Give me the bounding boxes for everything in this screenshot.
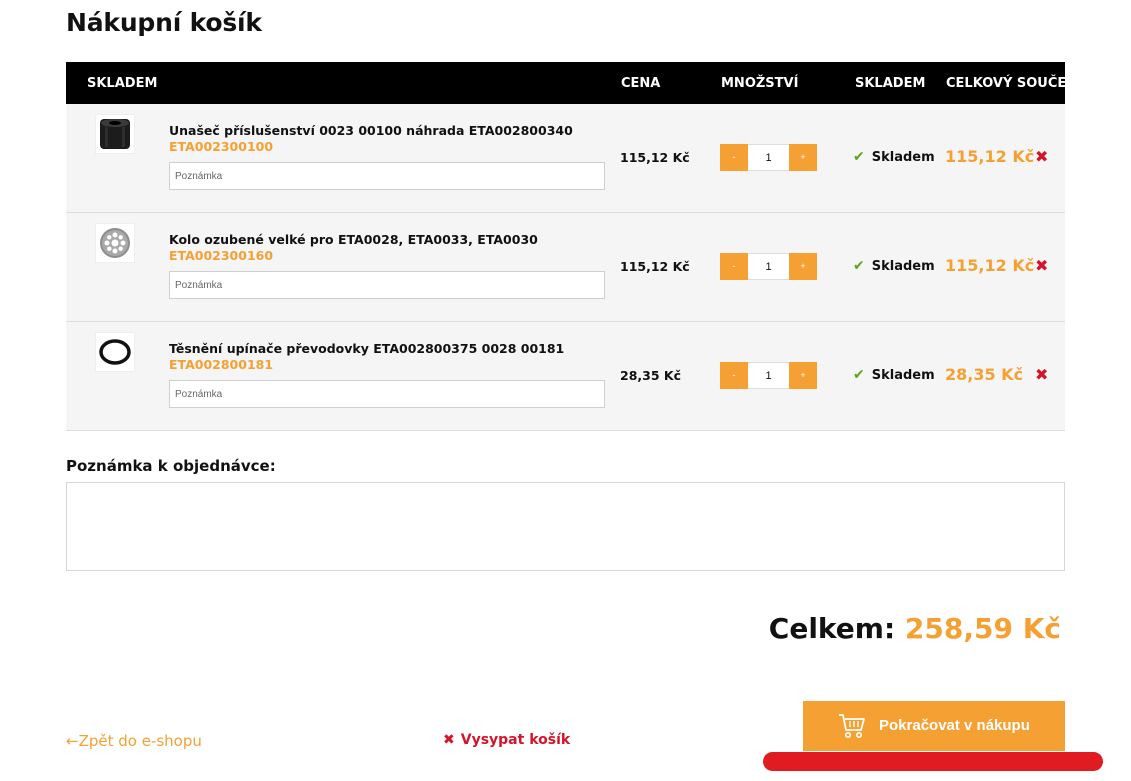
qty-plus-button[interactable]: + [789, 362, 817, 389]
empty-cart-link[interactable]: ✖ Vysypat košík [443, 732, 570, 748]
product-name[interactable]: Těsnění upínače převodovky ETA002800375 … [169, 341, 564, 356]
quantity-stepper: - + [720, 253, 817, 280]
stock-label: Skladem [871, 150, 935, 165]
header-product: SKLADEM [87, 76, 158, 91]
cart-icon [837, 711, 867, 745]
qty-plus-button[interactable]: + [789, 144, 817, 171]
unit-price: 28,35 Kč [620, 368, 681, 383]
remove-item-button[interactable]: ✖ [1035, 365, 1048, 384]
qty-plus-button[interactable]: + [789, 253, 817, 280]
qty-input[interactable] [748, 362, 789, 389]
quantity-stepper: - + [720, 144, 817, 171]
red-highlight-mark [763, 752, 1103, 771]
back-to-shop-link[interactable]: ←Zpět do e-shopu [66, 732, 202, 750]
header-quantity: MNOŽSTVÍ [721, 76, 799, 91]
table-row: Unašeč příslušenství 0023 00100 náhrada … [66, 104, 1065, 213]
check-icon: ✔ [853, 258, 865, 274]
product-code[interactable]: ETA002800181 [169, 357, 273, 372]
line-total: 28,35 Kč [945, 365, 1024, 384]
table-row: Těsnění upínače převodovky ETA002800375 … [66, 322, 1065, 431]
cart-page: Nákupní košík SKLADEM CENA MNOŽSTVÍ SKLA… [0, 0, 1131, 781]
cart-table: SKLADEM CENA MNOŽSTVÍ SKLADEM CELKOVÝ SO… [66, 62, 1075, 431]
line-total: 115,12 Kč [945, 256, 1035, 275]
o-ring-icon[interactable] [95, 332, 135, 372]
order-note-label: Poznámka k objednávce: [66, 457, 276, 475]
unit-price: 115,12 Kč [620, 150, 690, 165]
back-to-shop-label: Zpět do e-shopu [78, 732, 202, 750]
header-total: CELKOVÝ SOUČET [946, 76, 1076, 91]
product-code[interactable]: ETA002300100 [169, 139, 273, 154]
cart-total: Celkem: 258,59 Kč [769, 612, 1061, 645]
qty-minus-button[interactable]: - [720, 144, 748, 171]
remove-item-button[interactable]: ✖ [1035, 256, 1048, 275]
unit-price: 115,12 Kč [620, 259, 690, 274]
cart-total-label: Celkem: [768, 612, 896, 645]
line-total: 115,12 Kč [945, 147, 1035, 166]
stock-label: Skladem [871, 259, 935, 274]
product-name[interactable]: Kolo ozubené velké pro ETA0028, ETA0033,… [169, 232, 538, 247]
quantity-stepper: - + [720, 362, 817, 389]
gear-wheel-icon[interactable] [95, 223, 135, 263]
stock-status: ✔ Skladem [853, 258, 935, 274]
stock-status: ✔ Skladem [853, 367, 935, 383]
sleeve-part-icon[interactable] [95, 114, 135, 154]
item-note-input[interactable] [169, 271, 605, 299]
order-note-textarea[interactable] [66, 482, 1065, 571]
arrow-left-icon: ← [66, 732, 79, 750]
empty-cart-label: Vysypat košík [460, 732, 571, 748]
check-icon: ✔ [853, 367, 865, 383]
stock-label: Skladem [871, 368, 935, 383]
remove-item-button[interactable]: ✖ [1035, 147, 1048, 166]
stock-status: ✔ Skladem [853, 149, 935, 165]
page-title: Nákupní košík [66, 8, 262, 37]
cart-total-value: 258,59 Kč [904, 612, 1061, 645]
header-price: CENA [621, 76, 661, 91]
check-icon: ✔ [853, 149, 865, 165]
qty-input[interactable] [748, 253, 789, 280]
qty-input[interactable] [748, 144, 789, 171]
product-name[interactable]: Unašeč příslušenství 0023 00100 náhrada … [169, 123, 573, 138]
close-icon: ✖ [443, 732, 455, 748]
item-note-input[interactable] [169, 162, 605, 190]
continue-shopping-button[interactable]: Pokračovat v nákupu [803, 701, 1065, 751]
table-header: SKLADEM CENA MNOŽSTVÍ SKLADEM CELKOVÝ SO… [66, 62, 1075, 104]
header-stock: SKLADEM [855, 76, 926, 91]
table-row: Kolo ozubené velké pro ETA0028, ETA0033,… [66, 213, 1065, 322]
qty-minus-button[interactable]: - [720, 362, 748, 389]
qty-minus-button[interactable]: - [720, 253, 748, 280]
product-code[interactable]: ETA002300160 [169, 248, 273, 263]
item-note-input[interactable] [169, 380, 605, 408]
continue-shopping-label: Pokračovat v nákupu [879, 717, 1030, 734]
